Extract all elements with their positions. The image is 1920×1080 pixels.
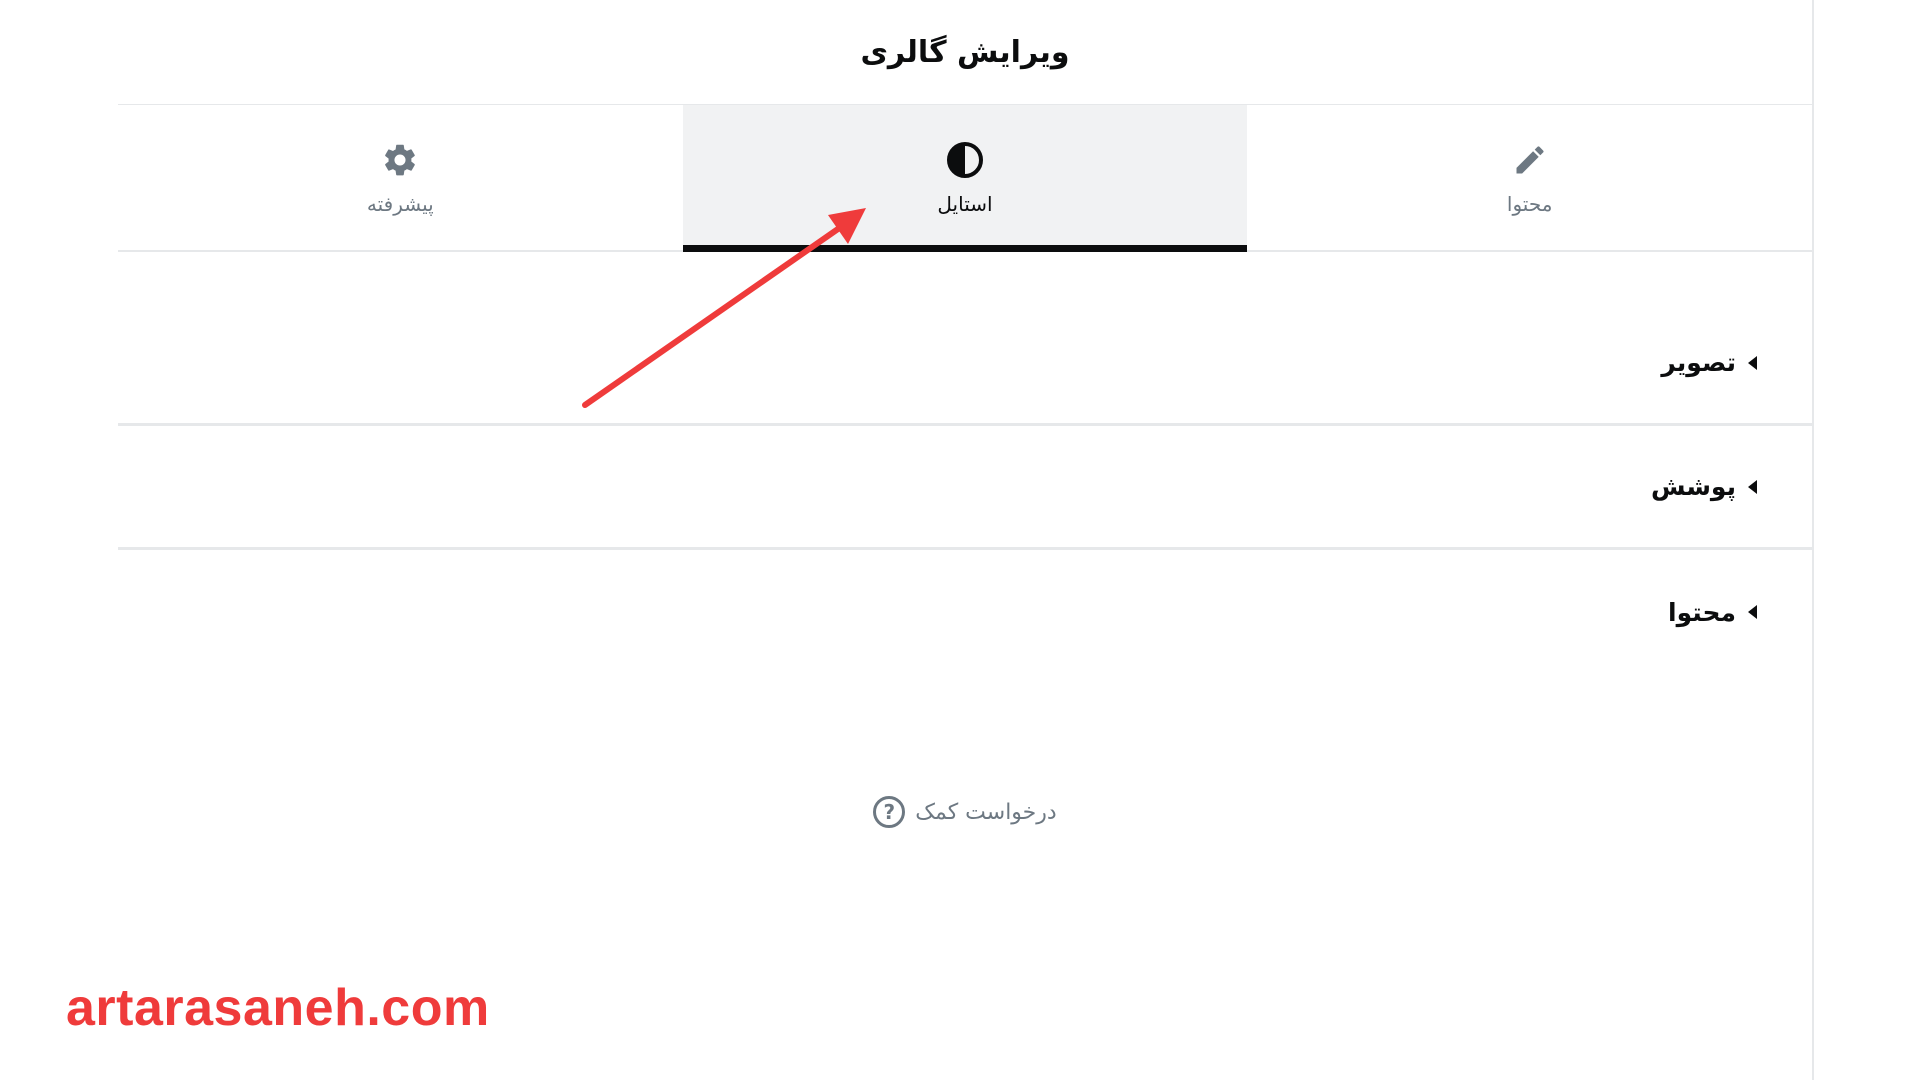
help-label: درخواست کمک — [915, 799, 1057, 825]
section-overlay[interactable]: پوشش — [118, 426, 1812, 550]
pencil-icon — [1510, 140, 1550, 180]
section-image[interactable]: تصویر — [118, 302, 1812, 426]
question-circle-icon: ? — [873, 796, 906, 828]
section-title: محتوا — [1668, 597, 1736, 627]
panel-title: ویرایش گالری — [860, 34, 1070, 70]
tab-advanced-label: پیشرفته — [366, 191, 434, 216]
section-title: پوشش — [1651, 472, 1736, 501]
tab-content-label: محتوا — [1506, 191, 1553, 216]
tab-bar: محتوا استایل پیشرفته — [118, 105, 1812, 252]
half-circle-icon — [945, 140, 985, 180]
gear-icon — [380, 140, 420, 180]
tab-content[interactable]: محتوا — [1247, 105, 1812, 250]
tab-style[interactable]: استایل — [682, 105, 1248, 252]
caret-left-icon — [1748, 355, 1757, 370]
help-link[interactable]: ? درخواست کمک — [118, 796, 1812, 828]
editor-panel: ویرایش گالری محتوا استایل پیشرفته تصویر … — [118, 0, 1814, 1080]
tab-style-label: استایل — [937, 191, 993, 216]
panel-header: ویرایش گالری — [118, 0, 1812, 105]
section-list: تصویر پوشش محتوا — [118, 302, 1812, 674]
caret-left-icon — [1748, 479, 1757, 494]
watermark: artarasaneh.com — [66, 979, 490, 1037]
section-title: تصویر — [1661, 348, 1736, 377]
caret-left-icon — [1748, 605, 1757, 619]
tab-advanced[interactable]: پیشرفته — [118, 105, 683, 250]
section-content[interactable]: محتوا — [118, 550, 1812, 674]
